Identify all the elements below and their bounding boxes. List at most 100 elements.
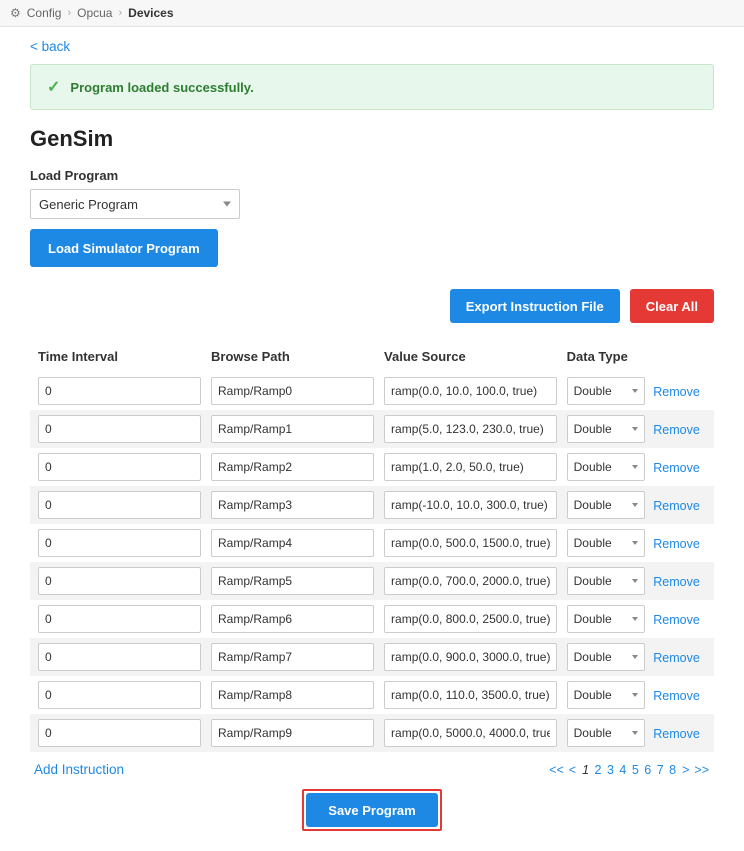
data-type-select[interactable]: Double <box>567 605 646 633</box>
table-row: Double Remove <box>30 714 714 752</box>
pager-page[interactable]: 8 <box>668 763 677 777</box>
browse-path-input[interactable] <box>211 643 374 671</box>
data-type-select[interactable]: Double <box>567 453 646 481</box>
remove-link[interactable]: Remove <box>653 423 700 437</box>
header-value-source: Value Source <box>384 349 567 364</box>
browse-path-input[interactable] <box>211 529 374 557</box>
pager-page[interactable]: 4 <box>618 763 627 777</box>
value-source-input[interactable] <box>384 681 557 709</box>
table-row: Double Remove <box>30 486 714 524</box>
value-source-input[interactable] <box>384 567 557 595</box>
header-browse-path: Browse Path <box>211 349 384 364</box>
value-source-input[interactable] <box>384 643 557 671</box>
time-interval-input[interactable] <box>38 453 201 481</box>
time-interval-input[interactable] <box>38 491 201 519</box>
add-instruction-link[interactable]: Add Instruction <box>34 762 124 777</box>
browse-path-input[interactable] <box>211 567 374 595</box>
table-row: Double Remove <box>30 562 714 600</box>
grid-header: Time Interval Browse Path Value Source D… <box>30 341 714 372</box>
load-program-selected: Generic Program <box>39 197 138 212</box>
pager-page[interactable]: 5 <box>631 763 640 777</box>
save-program-button[interactable]: Save Program <box>306 793 437 827</box>
value-source-input[interactable] <box>384 453 557 481</box>
value-source-input[interactable] <box>384 605 557 633</box>
load-program-select[interactable]: Generic Program <box>30 189 240 219</box>
browse-path-input[interactable] <box>211 415 374 443</box>
breadcrumb-item[interactable]: Config <box>27 6 62 20</box>
chevron-down-icon <box>632 465 638 469</box>
pager-page[interactable]: 7 <box>656 763 665 777</box>
time-interval-input[interactable] <box>38 415 201 443</box>
breadcrumb: ⚙ Config › Opcua › Devices <box>0 0 744 27</box>
browse-path-input[interactable] <box>211 605 374 633</box>
pager-page[interactable]: 2 <box>594 763 603 777</box>
browse-path-input[interactable] <box>211 719 374 747</box>
pager-next[interactable]: > <box>681 763 690 777</box>
time-interval-input[interactable] <box>38 529 201 557</box>
time-interval-input[interactable] <box>38 567 201 595</box>
browse-path-input[interactable] <box>211 681 374 709</box>
pager-first[interactable]: << <box>548 763 565 777</box>
chevron-down-icon <box>632 617 638 621</box>
data-type-select[interactable]: Double <box>567 377 646 405</box>
clear-all-button[interactable]: Clear All <box>630 289 714 323</box>
data-type-select[interactable]: Double <box>567 719 646 747</box>
chevron-right-icon: › <box>118 7 122 19</box>
header-data-type: Data Type <box>567 349 654 364</box>
remove-link[interactable]: Remove <box>653 727 700 741</box>
time-interval-input[interactable] <box>38 605 201 633</box>
browse-path-input[interactable] <box>211 377 374 405</box>
time-interval-input[interactable] <box>38 719 201 747</box>
data-type-select[interactable]: Double <box>567 491 646 519</box>
remove-link[interactable]: Remove <box>653 461 700 475</box>
time-interval-input[interactable] <box>38 643 201 671</box>
pager-prev[interactable]: < <box>568 763 577 777</box>
chevron-down-icon <box>632 655 638 659</box>
remove-link[interactable]: Remove <box>653 499 700 513</box>
remove-link[interactable]: Remove <box>653 689 700 703</box>
value-source-input[interactable] <box>384 719 557 747</box>
remove-link[interactable]: Remove <box>653 575 700 589</box>
table-row: Double Remove <box>30 638 714 676</box>
table-row: Double Remove <box>30 524 714 562</box>
export-instruction-button[interactable]: Export Instruction File <box>450 289 620 323</box>
value-source-input[interactable] <box>384 377 557 405</box>
breadcrumb-item[interactable]: Opcua <box>77 6 112 20</box>
value-source-input[interactable] <box>384 491 557 519</box>
remove-link[interactable]: Remove <box>653 613 700 627</box>
time-interval-input[interactable] <box>38 377 201 405</box>
browse-path-input[interactable] <box>211 491 374 519</box>
pager-page[interactable]: 3 <box>606 763 615 777</box>
page-title: GenSim <box>30 126 714 152</box>
time-interval-input[interactable] <box>38 681 201 709</box>
chevron-down-icon <box>632 389 638 393</box>
chevron-right-icon: › <box>67 7 71 19</box>
chevron-down-icon <box>632 427 638 431</box>
value-source-input[interactable] <box>384 529 557 557</box>
grid-body: DoubleRemoveDoubleRemoveDoubleRemoveDoub… <box>30 372 714 752</box>
chevron-down-icon <box>632 693 638 697</box>
load-simulator-button[interactable]: Load Simulator Program <box>30 229 218 267</box>
chevron-down-icon <box>632 541 638 545</box>
success-alert: ✓ Program loaded successfully. <box>30 64 714 110</box>
pager: << < 1 2 3 4 5 6 7 8 > >> <box>548 763 710 777</box>
chevron-down-icon <box>632 503 638 507</box>
table-row: Double Remove <box>30 676 714 714</box>
gear-icon: ⚙ <box>10 6 21 20</box>
data-type-select[interactable]: Double <box>567 529 646 557</box>
data-type-select[interactable]: Double <box>567 415 646 443</box>
browse-path-input[interactable] <box>211 453 374 481</box>
pager-last[interactable]: >> <box>693 763 710 777</box>
value-source-input[interactable] <box>384 415 557 443</box>
table-row: Double Remove <box>30 410 714 448</box>
remove-link[interactable]: Remove <box>653 385 700 399</box>
back-link[interactable]: < back <box>30 39 70 54</box>
remove-link[interactable]: Remove <box>653 537 700 551</box>
table-row: Double Remove <box>30 372 714 410</box>
data-type-select[interactable]: Double <box>567 681 646 709</box>
data-type-select[interactable]: Double <box>567 643 646 671</box>
save-highlight: Save Program <box>302 789 441 831</box>
pager-page[interactable]: 6 <box>643 763 652 777</box>
remove-link[interactable]: Remove <box>653 651 700 665</box>
data-type-select[interactable]: Double <box>567 567 646 595</box>
